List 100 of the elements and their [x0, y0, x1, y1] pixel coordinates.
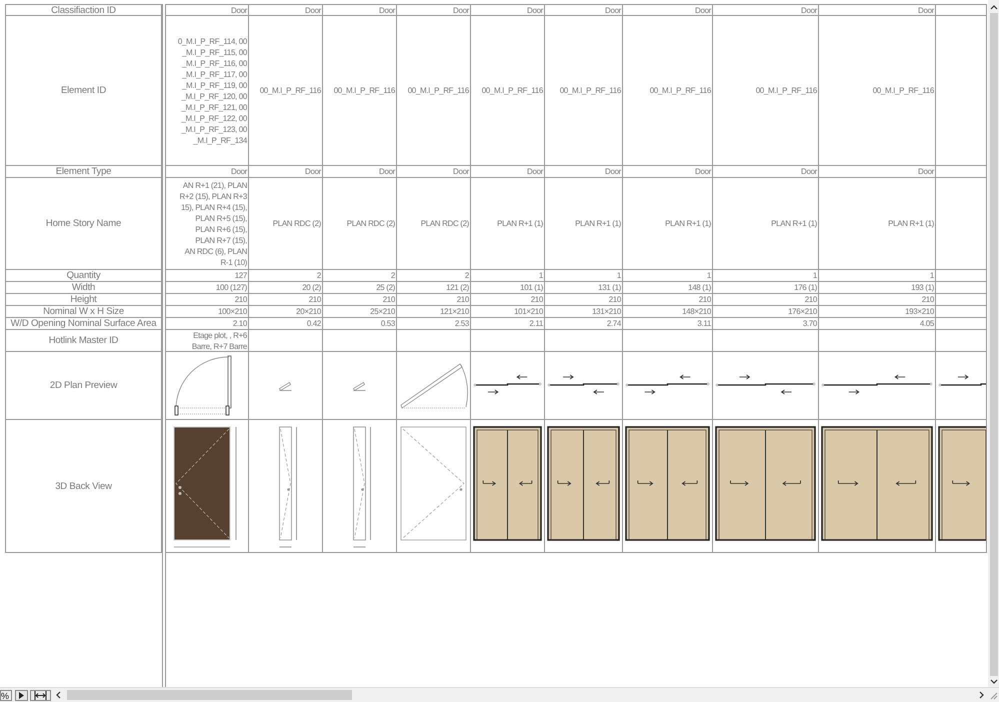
table-cell: 00_M.I_P_RF_116	[713, 16, 819, 166]
table-cell: 210	[623, 294, 713, 306]
table-cell: Door	[397, 4, 471, 16]
table-cell: AN R+1 (21), PLAN R+2 (15), PLAN R+3 15), PLAN R+4 (15), PLAN R+5 (15), PLAN R+6 (15), PLAN R+7 (15), AN RDC (6), PLAN R-1 (10)	[166, 178, 249, 270]
table-cell: 25 (2)	[323, 282, 397, 294]
table-cell: PLAN RDC (2)	[397, 178, 471, 270]
table-cell: Door	[397, 166, 471, 178]
table-cell: 210	[819, 294, 936, 306]
table-cell: 176×210	[713, 306, 819, 318]
table-cell: 2.10	[166, 318, 249, 330]
table-cell: Door	[166, 166, 249, 178]
table-cell: 2	[397, 270, 471, 282]
table-cell: 193 (1)	[819, 282, 936, 294]
table-cell: Door	[323, 166, 397, 178]
table-cell	[936, 318, 987, 330]
row-header: Hotlink Master ID	[5, 330, 162, 352]
table-cell: Door	[713, 166, 819, 178]
table-cell: PLAN R+1 (1)	[819, 178, 936, 270]
table-cell: 1	[819, 270, 936, 282]
table-cell: PLAN R+1 (1)	[713, 178, 819, 270]
row-header: 3D Back View	[5, 420, 162, 553]
table-cell: Door	[545, 166, 623, 178]
table-cell: Door	[819, 4, 936, 16]
table-cell	[936, 166, 987, 178]
zoom-menu-button[interactable]	[15, 690, 28, 700]
table-cell: 1	[623, 270, 713, 282]
row-header: Height	[5, 294, 162, 306]
table-cell: 210	[397, 294, 471, 306]
table-cell: 1	[713, 270, 819, 282]
table-cell: 25×210	[323, 306, 397, 318]
table-cell	[936, 306, 987, 318]
table-cell: PLAN RDC (2)	[249, 178, 323, 270]
table-cell: 148 (1)	[623, 282, 713, 294]
table-cell: PLAN RDC (2)	[323, 178, 397, 270]
row-header: Nominal W x H Size	[5, 306, 162, 318]
table-cell: 127	[166, 270, 249, 282]
table-cell: 148×210	[623, 306, 713, 318]
scroll-up-icon[interactable]	[990, 4, 998, 10]
table-cell: 2.11	[471, 318, 545, 330]
table-cell: 101 (1)	[471, 282, 545, 294]
table-cell: 210	[713, 294, 819, 306]
table-cell: 00_M.I_P_RF_116	[471, 16, 545, 166]
table-cell: 1	[545, 270, 623, 282]
row-header: Classifiaction ID	[5, 4, 162, 16]
table-cell: Door	[713, 4, 819, 16]
table-cell: 2.74	[545, 318, 623, 330]
scroll-left-icon[interactable]	[55, 691, 62, 699]
table-cell	[936, 294, 987, 306]
fit-width-button[interactable]	[30, 690, 52, 700]
table-cell: 121×210	[397, 306, 471, 318]
table-cell: Door	[249, 4, 323, 16]
table-cell: 1	[471, 270, 545, 282]
table-cell: 0.42	[249, 318, 323, 330]
table-cell	[936, 270, 987, 282]
table-cell: 101×210	[471, 306, 545, 318]
row-header: 2D Plan Preview	[5, 352, 162, 420]
fit-width-icon	[34, 690, 48, 700]
table-cell: 2	[249, 270, 323, 282]
table-cell: Door	[623, 4, 713, 16]
zoom-level[interactable]: %	[0, 690, 12, 700]
table-cell: 210	[471, 294, 545, 306]
table-cell	[936, 282, 987, 294]
table-cell: Door	[249, 166, 323, 178]
table-cell: 4.05	[819, 318, 936, 330]
table-cell: 00_M.I_P_RF_116	[545, 16, 623, 166]
row-header: Width	[5, 282, 162, 294]
table-cell: 00_M.I_P_RF_116	[819, 16, 936, 166]
table-cell: 100 (127)	[166, 282, 249, 294]
row-header: Element ID	[5, 16, 162, 166]
row-header: Home Story Name	[5, 178, 162, 270]
table-cell: 0.53	[323, 318, 397, 330]
table-cell: Door	[819, 166, 936, 178]
table-cell: 121 (2)	[397, 282, 471, 294]
table-cell: Door	[323, 4, 397, 16]
table-cell: PLAN R+1 (1)	[545, 178, 623, 270]
table-cell: 131 (1)	[545, 282, 623, 294]
triangle-icon	[19, 692, 24, 698]
table-cell: 131×210	[545, 306, 623, 318]
resize-grip-icon[interactable]	[989, 690, 998, 700]
table-cell: PLAN R+1 (1)	[471, 178, 545, 270]
table-cell: 00_M.I_P_RF_116	[397, 16, 471, 166]
table-cell: 193×210	[819, 306, 936, 318]
scroll-right-icon[interactable]	[979, 691, 985, 699]
table-cell: 2.53	[397, 318, 471, 330]
table-cell: 210	[323, 294, 397, 306]
table-cell: PLAN R+1 (1)	[623, 178, 713, 270]
table-cell	[936, 4, 987, 16]
table-cell: Door	[623, 166, 713, 178]
table-cell: 176 (1)	[713, 282, 819, 294]
table-cell: 100×210	[166, 306, 249, 318]
table-cell: 3.11	[623, 318, 713, 330]
table-cell: 20 (2)	[249, 282, 323, 294]
table-cell: 00_M.I_P_RF_116	[623, 16, 713, 166]
row-header: W/D Opening Nominal Surface Area	[5, 318, 162, 330]
table-cell: 00_M.I_P_RF_116	[323, 16, 397, 166]
scroll-down-icon[interactable]	[990, 679, 998, 685]
table-cell: 210	[166, 294, 249, 306]
table-cell: 210	[249, 294, 323, 306]
table-cell: Door	[471, 4, 545, 16]
table-cell: 20×210	[249, 306, 323, 318]
